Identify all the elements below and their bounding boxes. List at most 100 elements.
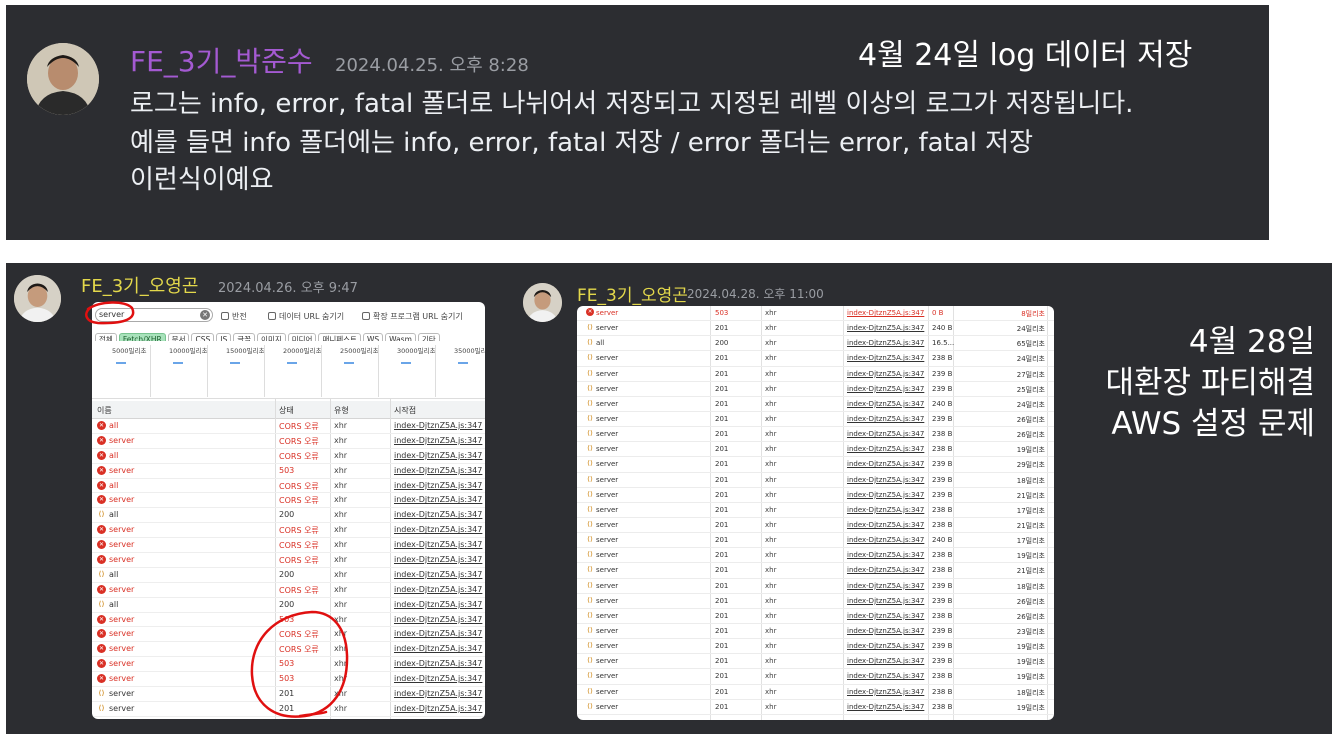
request-name[interactable]: all [109,451,118,460]
table-row[interactable]: ✕ all CORS 오류 xhr index-DjtznZ5A.js:347 [92,449,485,464]
request-name[interactable]: server [596,476,618,484]
request-initiator-link[interactable]: index-DjtznZ5A.js:347 [847,354,924,362]
type-filter-button[interactable]: 문서 [167,333,190,341]
message-username[interactable]: FE_3기_박준수 [130,40,313,80]
table-row[interactable]: ⟨⟩ server 201 xhr index-DjtznZ5A.js:347 238 B… [577,351,1054,367]
request-name[interactable]: server [596,324,618,332]
table-row[interactable]: ⟨⟩ server 201 xhr index-DjtznZ5A.js:347 238 B… [577,503,1054,518]
request-name[interactable]: server [109,629,134,638]
request-initiator-link[interactable]: index-DjtznZ5A.js:347 [847,657,924,665]
request-initiator-link[interactable]: index-DjtznZ5A.js:347 [847,400,924,408]
request-name[interactable]: server [596,642,618,650]
table-row[interactable]: ⟨⟩ server 201 xhr index-DjtznZ5A.js:347 239 B… [577,579,1054,594]
table-row[interactable]: ⟨⟩ all 200 xhr index-DjtznZ5A.js:347 16.5... 6… [577,336,1054,352]
request-name[interactable]: server [109,704,134,713]
request-initiator-link[interactable]: index-DjtznZ5A.js:347 [847,688,924,696]
request-initiator-link[interactable]: index-DjtznZ5A.js:347 [847,597,924,605]
request-initiator-link[interactable]: index-DjtznZ5A.js:347 [847,521,924,529]
table-row[interactable]: ✕ server 503 xhr index-DjtznZ5A.js:347 [92,464,485,479]
table-row[interactable]: ✕ server CORS 오류 xhr index-DjtznZ5A.js:347 [92,523,485,539]
request-initiator-link[interactable]: index-DjtznZ5A.js:347 [847,370,924,378]
request-name[interactable]: server [109,674,134,683]
request-initiator-link[interactable]: index-DjtznZ5A.js:347 [394,629,482,638]
request-initiator-link[interactable]: index-DjtznZ5A.js:347 [847,672,924,680]
request-initiator-link[interactable]: index-DjtznZ5A.js:347 [394,555,482,564]
request-name[interactable]: server [109,555,134,564]
request-name[interactable]: server [109,466,134,475]
request-name[interactable]: server [596,385,618,393]
request-name[interactable]: server [596,627,618,635]
request-name[interactable]: server [596,491,618,499]
table-row[interactable]: ⟨⟩ server 201 xhr index-DjtznZ5A.js:347 239 B… [577,473,1054,488]
column-header-name[interactable]: 이름 [97,405,112,416]
avatar[interactable] [14,275,61,322]
request-name[interactable]: server [596,597,618,605]
request-initiator-link[interactable]: index-DjtznZ5A.js:347 [394,421,482,430]
request-initiator-link[interactable]: index-DjtznZ5A.js:347 [394,451,482,460]
table-row[interactable]: ⟨⟩ server 201 xhr index-DjtznZ5A.js:347 238 B… [577,685,1054,700]
clear-icon[interactable]: ✕ [200,310,210,320]
avatar[interactable] [27,43,99,115]
request-name[interactable]: server [596,445,618,453]
checkbox-hide-extension-urls[interactable]: 확장 프로그램 URL 숨기기 [362,311,463,322]
request-name[interactable]: server [596,460,618,468]
type-filter-button[interactable]: CSS [191,333,215,341]
checkbox-icon[interactable] [362,312,370,320]
table-row[interactable]: ⟨⟩ server 201 xhr index-DjtznZ5A.js:347 239 B… [577,382,1054,397]
column-header-initiator[interactable]: 시작점 [394,405,416,416]
request-initiator-link[interactable]: index-DjtznZ5A.js:347 [394,659,482,668]
table-row[interactable]: ⟨⟩ all 200 xhr index-DjtznZ5A.js:347 [92,508,485,524]
type-filter-button[interactable]: Wasm [385,333,416,341]
type-filter-button[interactable]: JS [216,333,232,341]
table-row[interactable]: ✕ server CORS 오류 xhr index-DjtznZ5A.js:347 [92,627,485,643]
message-username[interactable]: FE_3기_오영곤 [577,281,688,306]
table-row[interactable]: ⟨⟩ server 201 xhr index-DjtznZ5A.js:347 238 B… [577,700,1054,715]
request-name[interactable]: all [109,510,118,519]
table-row[interactable]: ⟨⟩ server 201 xhr index-DjtznZ5A.js:347 [92,687,485,702]
table-row[interactable]: ⟨⟩ server 201 xhr index-DjtznZ5A.js:347 239 B… [577,367,1054,382]
request-initiator-link[interactable]: index-DjtznZ5A.js:347 [394,570,482,579]
type-filter-button[interactable]: 기타 [417,333,440,341]
table-row[interactable]: ✕ server CORS 오류 xhr index-DjtznZ5A.js:347 [92,493,485,509]
table-row[interactable]: ⟨⟩ server 201 xhr index-DjtznZ5A.js:347 238 B… [577,669,1054,685]
request-name[interactable]: server [596,657,618,665]
request-name[interactable]: server [109,436,134,445]
request-initiator-link[interactable]: index-DjtznZ5A.js:347 [394,510,482,519]
request-name[interactable]: all [109,570,118,579]
table-row[interactable]: ⟨⟩ all 200 xhr index-DjtznZ5A.js:347 [92,598,485,613]
request-initiator-link[interactable]: index-DjtznZ5A.js:347 [394,689,482,698]
table-row[interactable]: ⟨⟩ server 201 xhr index-DjtznZ5A.js:347 238 B… [577,442,1054,458]
table-row[interactable]: ⟨⟩ server 201 xhr index-DjtznZ5A.js:347 240 B… [577,533,1054,549]
checkbox-icon[interactable] [221,312,229,320]
table-row[interactable]: ⟨⟩ server 201 xhr index-DjtznZ5A.js:347 238 B… [577,548,1054,564]
request-initiator-link[interactable]: index-DjtznZ5A.js:347 [394,615,482,624]
request-initiator-link[interactable]: index-DjtznZ5A.js:347 [394,495,482,504]
request-name[interactable]: server [596,506,618,514]
request-initiator-link[interactable]: index-DjtznZ5A.js:347 [847,506,924,514]
type-filter-button[interactable]: 글꼴 [233,333,256,341]
checkbox-hide-data-urls[interactable]: 데이터 URL 숨기기 [268,311,344,322]
table-row[interactable]: ✕ all CORS 오류 xhr index-DjtznZ5A.js:347 [92,419,485,434]
request-name[interactable]: server [596,309,618,317]
request-name[interactable]: server [109,644,134,653]
request-initiator-link[interactable]: index-DjtznZ5A.js:347 [394,644,482,653]
table-row[interactable]: ✕ server CORS 오류 xhr index-DjtznZ5A.js:347 [92,538,485,554]
request-name[interactable]: server [109,659,134,668]
request-name[interactable]: server [109,585,134,594]
type-filter-button[interactable]: 매니페스트 [318,333,361,341]
column-header-status[interactable]: 상태 [279,405,294,416]
request-name[interactable]: server [596,536,618,544]
request-initiator-link[interactable]: index-DjtznZ5A.js:347 [847,460,924,468]
type-filter-button[interactable]: Fetch/XHR [118,333,166,341]
request-name[interactable]: all [109,481,118,490]
request-initiator-link[interactable]: index-DjtznZ5A.js:347 [847,703,924,711]
request-name[interactable]: server [596,612,618,620]
request-initiator-link[interactable]: index-DjtznZ5A.js:347 [847,339,924,347]
table-row[interactable]: ✕ server 503 xhr index-DjtznZ5A.js:347 [92,613,485,628]
request-initiator-link[interactable]: index-DjtznZ5A.js:347 [847,430,924,438]
request-name[interactable]: server [109,495,134,504]
request-initiator-link[interactable]: index-DjtznZ5A.js:347 [847,551,924,559]
table-row[interactable]: ⟨⟩ server 201 xhr index-DjtznZ5A.js:347 239 B… [577,654,1054,670]
request-initiator-link[interactable]: index-DjtznZ5A.js:347 [847,324,924,332]
request-initiator-link[interactable]: index-DjtznZ5A.js:347 [847,476,924,484]
